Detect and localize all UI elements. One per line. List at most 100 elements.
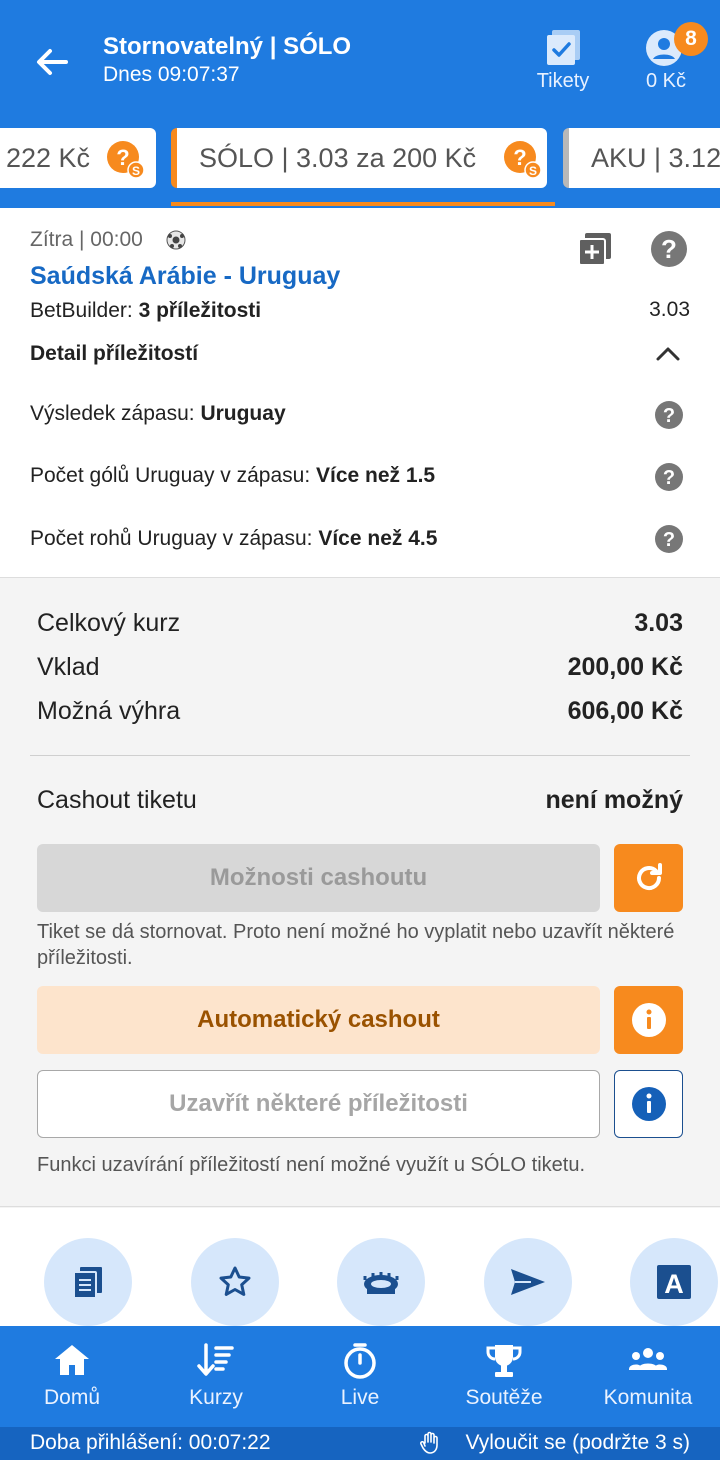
selection-row: Počet gólů Uruguay v zápasu: Více než 1.… (30, 464, 435, 488)
svg-text:S: S (529, 164, 537, 178)
nav-odds[interactable]: Kurzy (144, 1326, 288, 1427)
shortcut-bar: A (0, 1208, 720, 1326)
ticket-list-icon (73, 1267, 102, 1299)
ticket-summary: Celkový kurz 3.03 Vklad 200,00 Kč Možná … (0, 579, 720, 1207)
betbuilder-prefix: BetBuilder: (30, 299, 139, 322)
bottom-navigation: Domů Kurzy Live Soutěže Komunita (0, 1326, 720, 1427)
selection-row: Výsledek zápasu: Uruguay (30, 402, 286, 426)
info-icon (631, 1003, 666, 1037)
storno-note: Tiket se dá stornovat. Proto není možné … (37, 921, 675, 969)
page-title: Stornovatelný | SÓLO (103, 33, 352, 60)
selection-pick: Více než 4.5 (318, 527, 438, 550)
total-odds-label: Celkový kurz (37, 609, 181, 637)
svg-text:?: ? (663, 529, 675, 551)
selection-market: Výsledek zápasu: (30, 402, 201, 425)
selection-pick: Uruguay (200, 402, 286, 425)
stopwatch-icon (344, 1343, 376, 1379)
refresh-button[interactable] (614, 844, 683, 912)
total-odds-value: 3.03 (634, 609, 683, 637)
home-icon (55, 1345, 89, 1375)
stake-label: Vklad (37, 653, 100, 681)
auto-cashout-info-button[interactable] (614, 986, 683, 1054)
selection-row: Počet rohů Uruguay v zápasu: Více než 4.… (30, 527, 437, 551)
event-card: Zítra | 00:00 Saúdská Arábie - Uruguay B… (0, 208, 720, 578)
ticket-tab-1[interactable]: 222 Kč ? S (0, 128, 156, 188)
betbuilder-info: BetBuilder: 3 příležitosti (30, 299, 261, 323)
back-arrow-icon[interactable] (30, 40, 74, 84)
ticket-tabs: 222 Kč ? S SÓLO | 3.03 za 200 Kč ? S AKU… (0, 124, 720, 208)
tickets-label: Tikety (536, 70, 590, 92)
nav-label: Domů (43, 1386, 101, 1409)
cashout-status: není možný (545, 786, 683, 814)
nav-community[interactable]: Komunita (576, 1326, 720, 1427)
nav-label: Komunita (603, 1386, 693, 1409)
refresh-icon (636, 863, 662, 891)
ticket-tab-label: AKU | 3.12 (591, 143, 720, 173)
ticket-tab-2[interactable]: SÓLO | 3.03 za 200 Kč ? S (171, 128, 547, 188)
svg-text:A: A (664, 1269, 684, 1299)
star-icon (219, 1266, 251, 1296)
session-status-bar: Doba přihlášení: 00:07:22 Vyloučit se (p… (0, 1427, 720, 1460)
soccer-ball-icon (166, 230, 186, 250)
page-subtitle-time: Dnes 09:07:37 (103, 63, 240, 86)
svg-text:?: ? (116, 145, 129, 170)
svg-text:S: S (132, 164, 140, 178)
selection-detail-heading[interactable]: Detail příležitostí (30, 342, 198, 366)
account-button[interactable]: 8 0 Kč (630, 22, 708, 98)
community-icon (629, 1348, 667, 1370)
login-time: Doba přihlášení: 00:07:22 (30, 1431, 271, 1454)
ticket-tab-label: SÓLO | 3.03 za 200 Kč (199, 143, 477, 173)
event-odds: 3.03 (649, 298, 690, 321)
help-icon[interactable]: ? (654, 462, 684, 492)
help-coin-icon: ? S (107, 141, 144, 178)
chevron-up-icon[interactable] (654, 342, 682, 366)
nav-live[interactable]: Live (288, 1326, 432, 1427)
close-selections-note: Funkci uzavírání příležitostí není možné… (37, 1154, 586, 1176)
favorites-button[interactable] (191, 1238, 279, 1326)
font-size-button[interactable]: A (630, 1238, 718, 1326)
nav-label: Soutěže (465, 1386, 543, 1409)
copy-add-icon[interactable] (576, 230, 614, 268)
ticket-tab-3[interactable]: AKU | 3.12 (563, 128, 720, 188)
ticket-check-icon (547, 30, 580, 65)
betbuilder-count: 3 příležitosti (138, 299, 262, 322)
event-time: Zítra | 00:00 (30, 228, 143, 251)
balance-label: 0 Kč (645, 70, 687, 92)
selection-pick: Více než 1.5 (316, 464, 436, 487)
svg-text:?: ? (661, 234, 677, 264)
svg-text:?: ? (663, 405, 675, 427)
help-icon[interactable]: ? (654, 400, 684, 430)
nav-label: Kurzy (189, 1386, 243, 1409)
stake-value: 200,00 Kč (567, 653, 683, 681)
tickets-button[interactable]: Tikety (530, 28, 596, 98)
auto-cashout-button[interactable]: Automatický cashout (37, 986, 600, 1054)
active-tab-indicator (171, 202, 555, 206)
cashout-options-button[interactable]: Možnosti cashoutu (37, 844, 600, 912)
cashout-label: Cashout tiketu (37, 786, 197, 814)
help-coin-icon: ? S (504, 141, 541, 178)
ticket-list-button[interactable] (44, 1238, 132, 1326)
selection-market: Počet rohů Uruguay v zápasu: (30, 527, 319, 550)
close-selections-button[interactable]: Uzavřít některé příležitosti (37, 1070, 600, 1138)
possible-win-value: 606,00 Kč (567, 697, 683, 725)
selection-market: Počet gólů Uruguay v zápasu: (30, 464, 317, 487)
stadium-button[interactable] (337, 1238, 425, 1326)
send-button[interactable] (484, 1238, 572, 1326)
help-icon[interactable]: ? (650, 230, 688, 268)
match-name[interactable]: Saúdská Arábie - Uruguay (30, 262, 340, 291)
hand-stop-icon (420, 1431, 438, 1454)
self-exclude-button[interactable]: Vyloučit se (podržte 3 s) (466, 1431, 690, 1455)
send-icon (511, 1269, 545, 1295)
ticket-tab-label: 222 Kč (6, 143, 91, 173)
possible-win-label: Možná výhra (37, 697, 181, 725)
divider (30, 755, 690, 756)
font-size-icon: A (657, 1265, 691, 1299)
svg-text:?: ? (513, 145, 526, 170)
nav-home[interactable]: Domů (0, 1326, 144, 1427)
info-icon (631, 1087, 666, 1121)
notification-badge: 8 (674, 22, 708, 56)
close-selections-info-button[interactable] (614, 1070, 683, 1138)
nav-competitions[interactable]: Soutěže (432, 1326, 576, 1427)
odds-icon (197, 1343, 234, 1376)
help-icon[interactable]: ? (654, 524, 684, 554)
